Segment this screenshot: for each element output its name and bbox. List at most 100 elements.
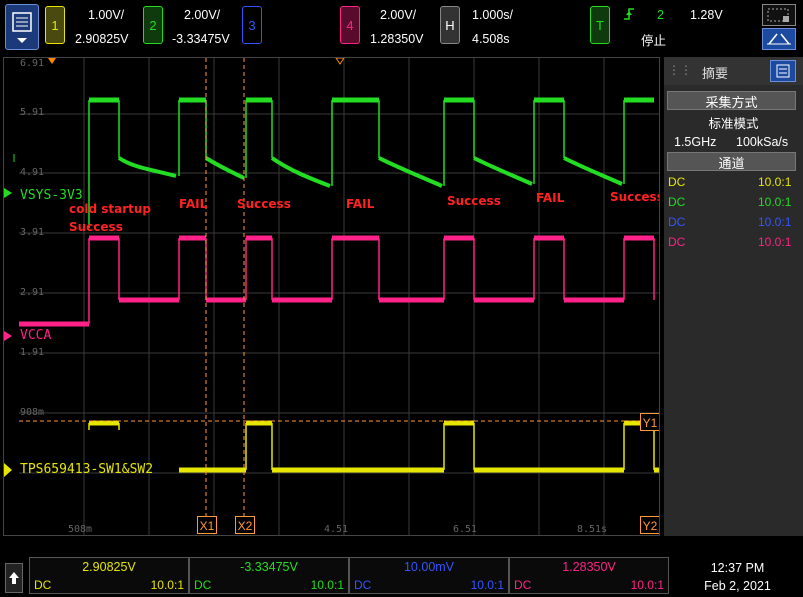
grid-label-5-91: 5.91 [20,107,45,118]
memory-rate: 100kSa/s [736,135,789,149]
bottom-bar: 2.90825V DC 10.0:1 -3.33475V DC 10.0:1 1… [0,555,803,597]
ch1-ratio: 10.0:1 [758,175,792,189]
panel-title[interactable]: 摘要 [702,63,728,82]
top-bar: 1 1.00V/ 2.90825V 2 2.00V/ -3.33475V 3 4… [0,0,803,56]
ch4-ratio: 10.0:1 [758,235,792,249]
annotation-fail-3: FAIL [536,191,565,205]
expand-button[interactable] [5,563,23,593]
grid-label-6-91: 6.91 [20,58,45,69]
cursor-x1-tag[interactable]: X1 [197,516,217,534]
ch3-button[interactable]: 3 [242,6,262,44]
horizontal-button[interactable]: H [440,6,460,44]
ch2-number: 2 [149,17,157,33]
ch3-measure-ratio: 10.0:1 [470,578,504,592]
ch4-coupling: DC [668,235,686,249]
annotation-success-3: Success [447,194,501,208]
arrow-up-icon [9,572,19,584]
annotation-fail-2: FAIL [346,197,375,211]
ch1-ground-marker [4,463,12,477]
ch1-button[interactable]: 1 [45,6,65,44]
ch2-measure-value: -3.33475V [240,560,298,574]
ch4-offset[interactable]: 1.28350V [370,32,424,46]
ch2-measure-ratio: 10.0:1 [310,578,344,592]
grid-label-1-91: 1.91 [20,347,45,358]
ch1-number: 1 [51,17,59,33]
cursor-x2-tag[interactable]: X2 [235,516,255,534]
ch2-scale[interactable]: 2.00V/ [184,8,220,22]
ch2-measure-cell[interactable]: -3.33475V DC 10.0:1 [189,557,349,594]
time-label-508m: 508m [68,524,93,535]
ch1-measure-ratio: 10.0:1 [150,578,184,592]
annotation-success-1: Success [69,220,123,234]
ch3-measure-value: 10.00mV [403,560,455,574]
ch4-scale[interactable]: 2.00V/ [380,8,416,22]
summary-panel: ⋮⋮ 摘要 采集方式 标准模式 1.5GHz 100kSa/s 通道 DC 10… [664,57,803,536]
ch1-coupling: DC [668,175,686,189]
annotation-cold-startup: cold startup [69,202,152,216]
ch2-trace-label: VSYS-3V3 [20,188,83,203]
autoscale-button[interactable] [762,28,796,50]
main-menu-button[interactable] [5,4,39,50]
ch4-measure-value: 1.28350V [562,560,616,574]
annotation-fail-1: FAIL [179,197,208,211]
waveform-display[interactable]: 6.91 5.91 4.91 3.91 2.91 1.91 908m 508m … [3,57,660,536]
ch3-measure-cell[interactable]: 10.00mV DC 10.0:1 [349,557,509,594]
delay-marker [335,58,345,65]
annotation-success-4: Success [610,190,660,204]
ch4-measure-ratio: 10.0:1 [630,578,664,592]
ch1-measure-value: 2.90825V [82,560,136,574]
clock-date: Feb 2, 2021 [704,579,771,593]
zoom-box-icon [767,8,789,22]
channels-header[interactable]: 通道 [667,152,796,171]
ch1-measure-coupling: DC [34,578,52,592]
horizontal-scale[interactable]: 1.000s/ [472,8,513,22]
ch4-trace-label: VCCA [20,328,52,343]
ch2-ratio: 10.0:1 [758,195,792,209]
annotation-success-2: Success [237,197,291,211]
grid-label-3-91: 3.91 [20,227,45,238]
ch3-measure-coupling: DC [354,578,372,592]
ch4-number: 4 [346,17,354,33]
ch2-coupling: DC [668,195,686,209]
trigger-button[interactable]: T [590,6,610,44]
acquisition-mode: 标准模式 [708,117,759,131]
clock-time: 12:37 PM [710,561,765,575]
trigger-level[interactable]: 1.28V [690,8,723,22]
zoom-button[interactable] [762,4,796,26]
cursor-y2-tag[interactable]: Y2 [640,516,659,534]
ch3-coupling: DC [668,215,686,229]
ch4-button[interactable]: 4 [340,6,360,44]
ch3-ratio: 10.0:1 [758,215,792,229]
panel-toggle-button[interactable] [770,60,796,82]
ch4-ground-marker [4,331,12,341]
menu-icon [12,12,32,43]
grid-label-2-91: 2.91 [20,287,45,298]
ch4-measure-coupling: DC [514,578,532,592]
ch2-button[interactable]: 2 [143,6,163,44]
ch3-number: 3 [248,17,256,33]
horizontal-delay[interactable]: 4.508s [472,32,510,46]
cursor-lines [19,58,642,526]
trigger-label: T [596,17,604,33]
cursor-y1-tag[interactable]: Y1 [640,413,659,431]
ch1-scale[interactable]: 1.00V/ [88,8,124,22]
ch1-measure-cell[interactable]: 2.90825V DC 10.0:1 [29,557,189,594]
grid-label-4-91: 4.91 [20,167,45,178]
rising-edge-icon [624,8,634,20]
ch2-ground-marker [4,188,12,198]
autoscale-icon [767,33,791,45]
acquisition-header[interactable]: 采集方式 [667,91,796,110]
sample-rate: 1.5GHz [674,135,717,149]
ch1-trace-label: TPS659413-SW1&SW2 [20,462,154,477]
ch1-offset[interactable]: 2.90825V [75,32,129,46]
grid-label-908m: 908m [20,407,45,418]
trigger-source[interactable]: 2 [657,8,664,22]
ch2-measure-coupling: DC [194,578,212,592]
list-icon [776,64,790,78]
time-label-6-51: 6.51 [453,524,478,535]
drag-handle-icon[interactable]: ⋮⋮ [668,63,692,77]
horizontal-label: H [445,17,455,33]
ch1-edges [88,423,655,470]
ch2-offset[interactable]: -3.33475V [172,32,230,46]
ch4-measure-cell[interactable]: 1.28350V DC 10.0:1 [509,557,669,594]
